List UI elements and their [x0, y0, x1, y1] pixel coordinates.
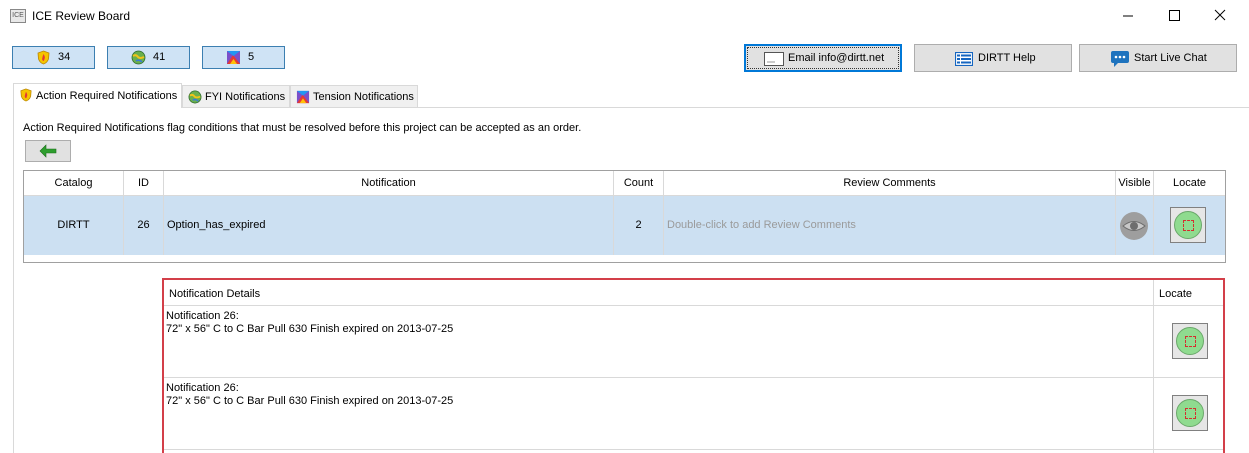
- arrow-left-icon: [39, 144, 57, 158]
- locate-button[interactable]: [1170, 207, 1206, 243]
- column-header-count[interactable]: Count: [614, 171, 664, 196]
- email-button[interactable]: Email info@dirtt.net: [744, 44, 902, 72]
- column-header-id[interactable]: ID: [124, 171, 164, 196]
- minimize-icon: [1123, 15, 1133, 17]
- details-row[interactable]: Notification 26: 72" x 56" C to C Bar Pu…: [164, 378, 1223, 450]
- tension-cube-icon: [296, 90, 310, 104]
- globe-icon: [188, 90, 202, 104]
- details-header: Notification Details: [164, 280, 1153, 306]
- cell-review-comments[interactable]: Double-click to add Review Comments: [664, 196, 1116, 255]
- cell-count: 2: [614, 196, 664, 255]
- tab-action-required[interactable]: Action Required Notifications: [13, 83, 182, 108]
- cell-visible[interactable]: [1116, 196, 1154, 255]
- chat-bubble-icon: [1111, 51, 1129, 67]
- close-icon: [1214, 9, 1226, 21]
- badge-tension[interactable]: 5: [202, 46, 285, 69]
- details-column-divider: [1153, 280, 1154, 453]
- tension-cube-icon: [227, 51, 240, 64]
- notifications-table: Catalog ID Notification Count Review Com…: [23, 170, 1226, 263]
- globe-icon: [131, 50, 146, 65]
- details-message: 72" x 56" C to C Bar Pull 630 Finish exp…: [166, 323, 454, 335]
- chat-button-label: Start Live Chat: [1134, 52, 1207, 64]
- locate-button[interactable]: [1172, 395, 1208, 431]
- cell-id: 26: [124, 196, 164, 255]
- tab-label: Tension Notifications: [313, 91, 414, 103]
- details-title: Notification 26:: [166, 382, 239, 394]
- cell-notification: Option_has_expired: [164, 196, 614, 255]
- details-locate-header: Locate: [1153, 280, 1223, 306]
- badge-count: 34: [58, 51, 71, 63]
- tab-description: Action Required Notifications flag condi…: [23, 122, 582, 134]
- column-header-comments[interactable]: Review Comments: [664, 171, 1116, 196]
- shield-flame-icon: [37, 50, 50, 65]
- column-header-catalog[interactable]: Catalog: [24, 171, 124, 196]
- minimize-button[interactable]: [1105, 0, 1151, 32]
- column-header-locate[interactable]: Locate: [1154, 171, 1225, 196]
- eye-icon[interactable]: [1119, 211, 1149, 241]
- live-chat-button[interactable]: Start Live Chat: [1079, 44, 1237, 72]
- title-bar: ICE ICE Review Board: [0, 0, 1249, 32]
- column-header-notification[interactable]: Notification: [164, 171, 614, 196]
- details-title: Notification 26:: [166, 310, 239, 322]
- app-icon: ICE: [10, 9, 26, 23]
- help-list-icon: [955, 52, 973, 66]
- badge-count: 41: [153, 51, 166, 63]
- tab-label: FYI Notifications: [205, 91, 286, 103]
- back-button[interactable]: [25, 140, 71, 162]
- tab-tension[interactable]: Tension Notifications: [290, 85, 418, 107]
- cell-locate: [1154, 196, 1225, 255]
- shield-flame-icon: [20, 88, 32, 102]
- dirtt-help-button[interactable]: DIRTT Help: [914, 44, 1072, 72]
- close-button[interactable]: [1197, 0, 1243, 32]
- details-message: 72" x 56" C to C Bar Pull 630 Finish exp…: [166, 395, 454, 407]
- window-title: ICE Review Board: [32, 9, 131, 23]
- tab-fyi[interactable]: FYI Notifications: [182, 85, 290, 107]
- email-button-label: Email info@dirtt.net: [788, 52, 885, 64]
- envelope-icon: [764, 52, 784, 66]
- details-row[interactable]: Notification 26: 72" x 56" C to C Bar Pu…: [164, 306, 1223, 378]
- badge-action-required[interactable]: 34: [12, 46, 95, 69]
- maximize-button[interactable]: [1151, 0, 1197, 32]
- notification-details-panel: Notification Details Locate Notification…: [162, 278, 1225, 453]
- column-header-visible[interactable]: Visible: [1116, 171, 1154, 196]
- maximize-icon: [1169, 10, 1180, 21]
- locate-button[interactable]: [1172, 323, 1208, 359]
- tab-label: Action Required Notifications: [36, 90, 178, 102]
- cell-catalog: DIRTT: [24, 196, 124, 255]
- badge-count: 5: [248, 51, 255, 63]
- help-button-label: DIRTT Help: [978, 52, 1036, 64]
- badge-fyi[interactable]: 41: [107, 46, 190, 69]
